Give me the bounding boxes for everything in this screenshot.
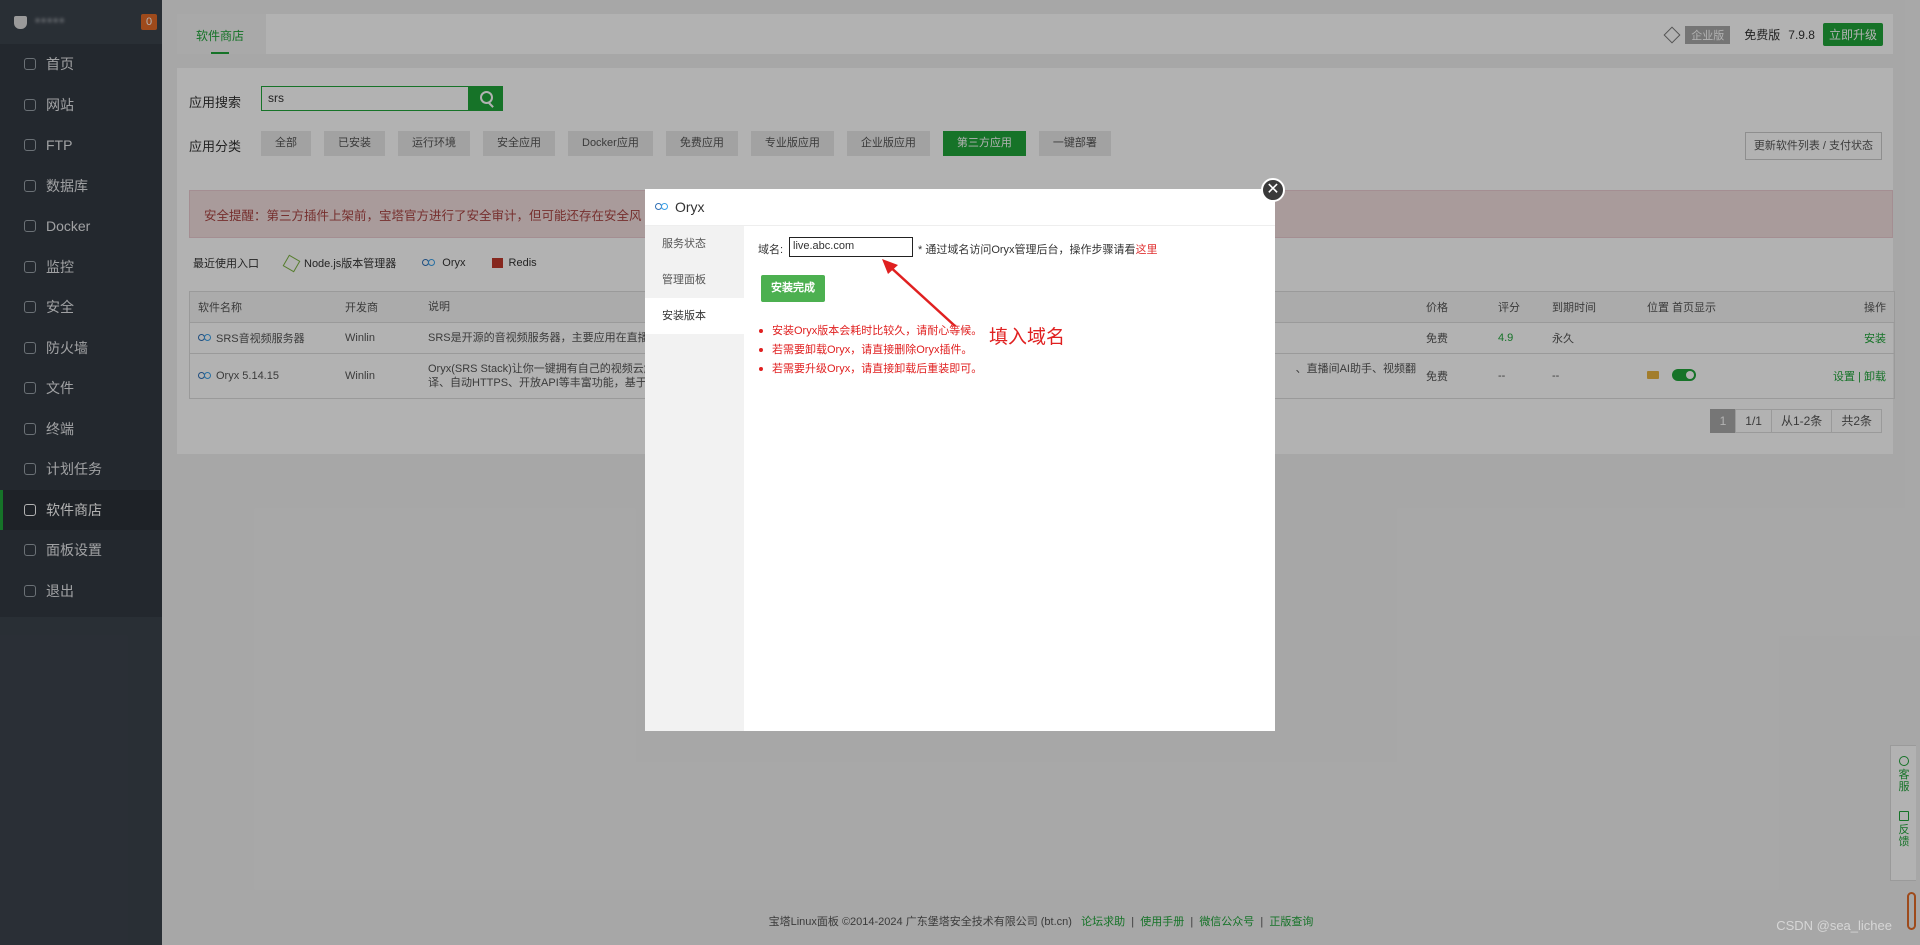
domain-note-text: * 通过域名访问Oryx管理后台，操作步骤请看: [918, 244, 1136, 256]
oryx-icon: [655, 203, 669, 211]
oryx-dialog: Oryx 服务状态 管理面板 安装版本 域名: live.abc.com * 通…: [645, 189, 1275, 731]
install-notes: 安装Oryx版本会耗时比较久，请耐心等候。 若需要卸载Oryx，请直接删除Ory…: [758, 323, 982, 380]
tab-admin-panel[interactable]: 管理面板: [645, 262, 744, 298]
domain-label: 域名:: [758, 244, 784, 256]
domain-note: * 通过域名访问Oryx管理后台，操作步骤请看这里: [918, 241, 1158, 257]
dialog-tabs: 服务状态 管理面板 安装版本: [645, 226, 744, 731]
tab-service-status[interactable]: 服务状态: [645, 226, 744, 262]
dialog-title: Oryx: [675, 199, 705, 215]
note-item: 若需要升级Oryx，请直接卸载后重装即可。: [758, 361, 982, 377]
note-item: 若需要卸载Oryx，请直接删除Oryx插件。: [758, 342, 982, 358]
dialog-header: Oryx: [645, 189, 1275, 226]
domain-input[interactable]: live.abc.com: [789, 237, 913, 257]
dialog-body: 域名: live.abc.com * 通过域名访问Oryx管理后台，操作步骤请看…: [744, 226, 1275, 731]
instructions-link[interactable]: 这里: [1136, 244, 1158, 256]
tab-install-version[interactable]: 安装版本: [645, 298, 744, 334]
annotation-label: 填入域名: [989, 326, 1066, 348]
install-complete-button[interactable]: 安装完成: [761, 275, 825, 302]
watermark: CSDN @sea_lichee: [1776, 918, 1892, 933]
annotation-arrow: [882, 259, 956, 327]
close-icon[interactable]: ✕: [1261, 178, 1285, 202]
